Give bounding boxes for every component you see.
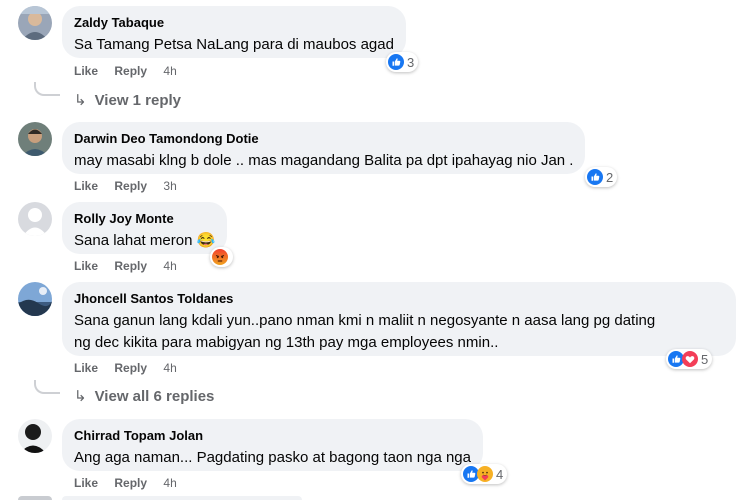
like-button[interactable]: Like [74,361,98,375]
avatar[interactable] [18,202,52,236]
like-button[interactable]: Like [74,259,98,273]
angry-icon [212,249,228,265]
like-icon [587,169,603,185]
like-button[interactable]: Like [74,476,98,490]
comment-bubble: Chirrad Topam Jolan Ang aga naman... Pag… [62,419,483,471]
avatar[interactable] [18,6,52,40]
comment-timestamp[interactable]: 4h [163,361,176,375]
view-replies-link[interactable]: ↳ View 1 reply [74,91,181,109]
reaction-summary[interactable]: 5 [666,349,713,369]
comment-author[interactable]: Jhoncell Santos Toldanes [74,291,724,307]
reply-button[interactable]: Reply [114,259,147,273]
comment-bubble: Rolly Joy Monte Sana lahat meron 😂 [62,202,228,254]
comment-text: Sa Tamang Petsa NaLang para di maubos ag… [74,36,394,53]
reaction-summary[interactable]: 2 [585,167,618,187]
comment-author[interactable]: Chirrad Topam Jolan [74,428,471,444]
comment-text: may masabi klng b dole .. mas magandang … [74,152,574,169]
comment-actions: Like Reply 4h [74,476,190,490]
comment-bubble: Darwin Deo Tamondong Dotie may masabi kl… [62,122,586,174]
comment-author[interactable]: Rolly Joy Monte [74,211,215,227]
reaction-summary[interactable]: 3 [386,52,419,72]
next-comment-partial [18,496,52,500]
avatar[interactable] [18,122,52,156]
comment-bubble: Zaldy Tabaque Sa Tamang Petsa NaLang par… [62,6,406,58]
comment-text-line: ng dec kikita para mabigyan ng 13th pay … [74,334,499,351]
comment-timestamp[interactable]: 4h [163,259,176,273]
love-icon [682,351,698,367]
comment-bubble: Jhoncell Santos Toldanes Sana ganun lang… [62,282,736,356]
reply-button[interactable]: Reply [114,476,147,490]
next-comment-bubble-partial [62,496,302,500]
comment-actions: Like Reply 3h [74,179,190,193]
comment-timestamp[interactable]: 3h [163,179,176,193]
reaction-summary[interactable] [210,247,233,267]
reaction-summary[interactable]: 4 [461,464,508,484]
comment-actions: Like Reply 4h [74,64,190,78]
reaction-count: 4 [496,466,504,482]
comment-author[interactable]: Zaldy Tabaque [74,15,394,31]
reply-button[interactable]: Reply [114,361,147,375]
reaction-count: 2 [606,169,614,185]
thread-line [34,82,60,96]
comment-actions: Like Reply 4h [74,259,190,273]
avatar[interactable] [18,282,52,316]
reaction-count: 5 [701,351,709,367]
comment-actions: Like Reply 4h [74,361,190,375]
reply-button[interactable]: Reply [114,64,147,78]
reaction-count: 3 [407,54,415,70]
comment-text-line: Sana ganun lang kdali yun..pano nman kmi… [74,312,656,329]
view-replies-label: View 1 reply [94,92,182,109]
comment-text: Ang aga naman... Pagdating pasko at bago… [74,449,471,466]
like-button[interactable]: Like [74,179,98,193]
view-replies-label: View all 6 replies [94,388,215,405]
comment-timestamp[interactable]: 4h [163,476,176,490]
reply-arrow-icon: ↳ [74,388,87,405]
avatar[interactable] [18,419,52,453]
comment-author[interactable]: Darwin Deo Tamondong Dotie [74,131,573,147]
thread-line [34,380,60,394]
reply-arrow-icon: ↳ [74,92,87,109]
care-icon [477,466,493,482]
comment-timestamp[interactable]: 4h [163,64,176,78]
like-icon [388,54,404,70]
view-replies-link[interactable]: ↳ View all 6 replies [74,387,214,405]
comment-text: Sana lahat meron 😂 [74,232,216,249]
reply-button[interactable]: Reply [114,179,147,193]
like-button[interactable]: Like [74,64,98,78]
